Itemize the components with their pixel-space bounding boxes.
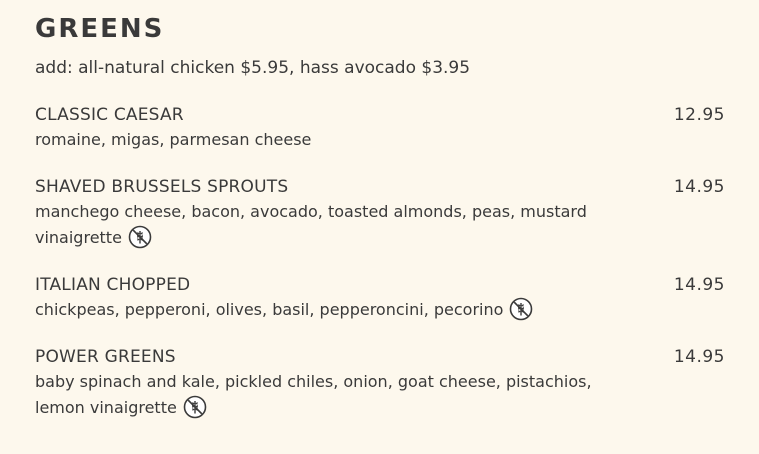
menu-item-name: POWER GREENS (35, 347, 176, 367)
menu-item-price: 14.95 (673, 347, 725, 367)
gluten-free-icon (128, 225, 152, 249)
menu-item-price: 12.95 (673, 105, 725, 125)
section-title: GREENS (35, 14, 165, 44)
menu-item-description-text: romaine, migas, parmesan cheese (35, 130, 312, 149)
menu-item-description: chickpeas, pepperoni, olives, basil, pep… (35, 297, 645, 323)
menu-item-price: 14.95 (673, 177, 725, 197)
gluten-free-icon (183, 395, 207, 419)
menu-page: GREENS add: all-natural chicken $5.95, h… (0, 0, 759, 454)
menu-item-name: SHAVED BRUSSELS SPROUTS (35, 177, 289, 197)
menu-item-description: manchego cheese, bacon, avocado, toasted… (35, 199, 645, 251)
menu-item-header: POWER GREENS 14.95 (35, 345, 725, 369)
menu-item-description: baby spinach and kale, pickled chiles, o… (35, 369, 645, 421)
menu-item-header: CLASSIC CAESAR 12.95 (35, 103, 725, 127)
menu-item-description-text: chickpeas, pepperoni, olives, basil, pep… (35, 300, 504, 319)
menu-item: POWER GREENS 14.95 baby spinach and kale… (35, 345, 725, 421)
menu-item-price: 14.95 (673, 275, 725, 295)
addons-note: add: all-natural chicken $5.95, hass avo… (35, 58, 471, 78)
menu-item-name: CLASSIC CAESAR (35, 105, 184, 125)
menu-item-description-text: baby spinach and kale, pickled chiles, o… (35, 372, 592, 417)
menu-item: CLASSIC CAESAR 12.95 romaine, migas, par… (35, 103, 725, 153)
menu-item-description-text: manchego cheese, bacon, avocado, toasted… (35, 202, 587, 247)
menu-item-header: ITALIAN CHOPPED 14.95 (35, 273, 725, 297)
menu-item: SHAVED BRUSSELS SPROUTS 14.95 manchego c… (35, 175, 725, 251)
menu-item-header: SHAVED BRUSSELS SPROUTS 14.95 (35, 175, 725, 199)
menu-item: ITALIAN CHOPPED 14.95 chickpeas, peppero… (35, 273, 725, 323)
gluten-free-icon (509, 297, 533, 321)
menu-item-description: romaine, migas, parmesan cheese (35, 127, 645, 153)
menu-item-name: ITALIAN CHOPPED (35, 275, 191, 295)
